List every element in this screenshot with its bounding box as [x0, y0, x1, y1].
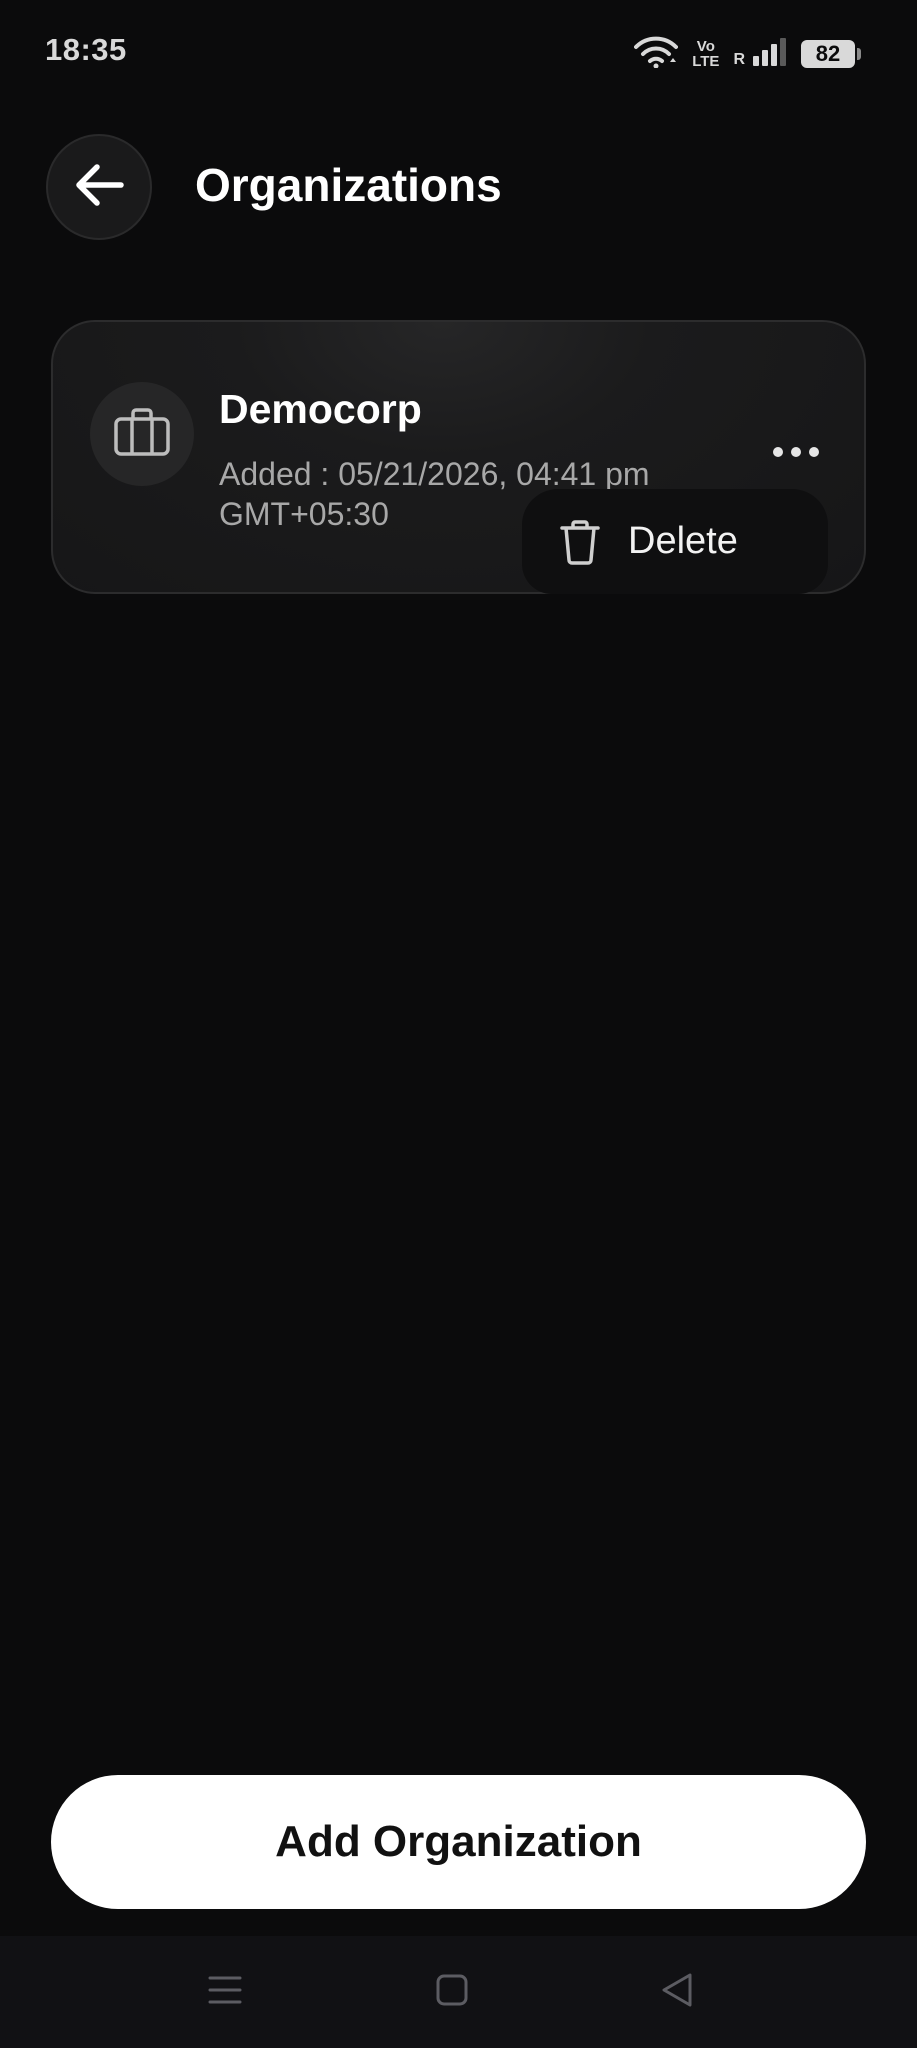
added-date-line: Added : 05/21/2026, 04:41 pm: [219, 456, 650, 492]
battery-icon: 82: [801, 40, 861, 68]
status-bar: 18:35 Vo LTE R 82: [0, 0, 917, 104]
delete-label: Delete: [628, 520, 738, 562]
organization-avatar: [90, 382, 194, 486]
options-menu: Delete: [522, 489, 828, 594]
signal-icon: [751, 36, 787, 73]
menu-icon: [208, 1973, 242, 2012]
nav-menu-button[interactable]: [195, 1966, 255, 2018]
add-organization-button[interactable]: Add Organization: [51, 1775, 866, 1909]
briefcase-icon: [113, 407, 171, 462]
volte-icon: Vo LTE: [692, 39, 719, 69]
navigation-bar: [0, 1936, 917, 2048]
more-dot-icon: [773, 447, 783, 457]
volte-bottom: LTE: [692, 53, 720, 70]
more-dot-icon: [809, 447, 819, 457]
back-icon: [660, 1972, 694, 2013]
roaming-indicator: R: [733, 51, 745, 68]
home-icon: [435, 1973, 469, 2012]
back-button[interactable]: [46, 134, 152, 240]
status-icons: Vo LTE R 82: [634, 34, 861, 74]
wifi-icon: [634, 36, 679, 73]
more-dot-icon: [791, 447, 801, 457]
volte-top: Vo: [696, 38, 715, 55]
organization-name: Democorp: [219, 386, 422, 432]
trash-icon: [558, 519, 602, 565]
page-title: Organizations: [195, 159, 502, 211]
add-organization-label: Add Organization: [275, 1817, 642, 1866]
screen: 18:35 Vo LTE R 82 Organizations Democorp…: [0, 0, 917, 2048]
delete-menu-item[interactable]: Delete: [522, 489, 828, 594]
nav-home-button[interactable]: [422, 1966, 482, 2018]
more-options-button[interactable]: [766, 432, 826, 472]
status-time: 18:35: [45, 32, 127, 67]
nav-back-button[interactable]: [647, 1966, 707, 2018]
arrow-left-icon: [73, 163, 125, 212]
